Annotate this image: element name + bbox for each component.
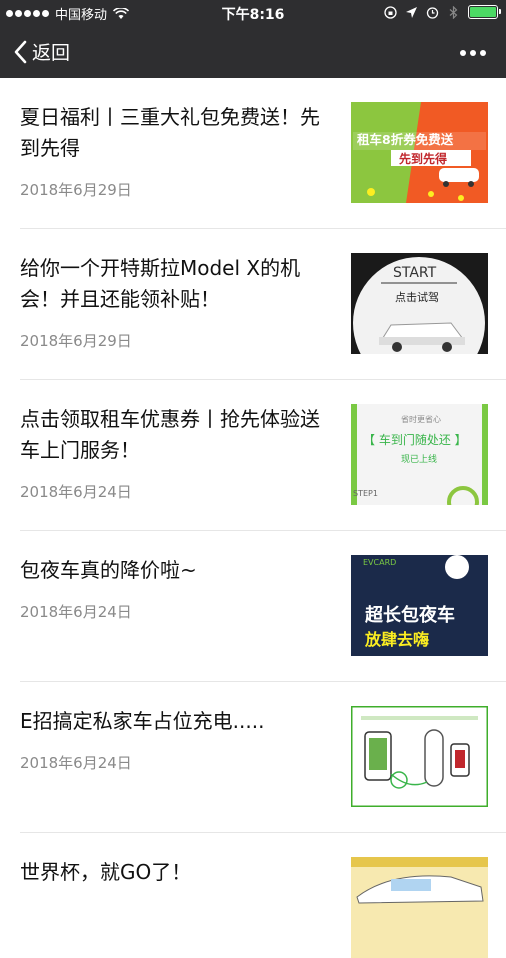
- article-item[interactable]: E招搞定私家车占位充电..... 2018年6月24日: [20, 682, 506, 833]
- thumb-text: 先到先得: [399, 151, 447, 166]
- bluetooth-icon: [449, 5, 458, 19]
- article-list: 夏日福利丨三重大礼包免费送！先到先得 2018年6月29日 租车8折券免费送 先…: [0, 78, 506, 958]
- chevron-left-icon: [14, 40, 27, 63]
- thumb-text: 超长包夜车: [365, 604, 455, 626]
- article-item[interactable]: 世界杯，就GO了！: [20, 833, 506, 958]
- thumb-text: STEP1: [353, 489, 378, 498]
- article-thumbnail: 租车8折券免费送 先到先得: [351, 102, 488, 203]
- location-icon: [406, 6, 417, 18]
- nav-bar: 返回: [0, 26, 506, 78]
- thumb-text: 【 车到门随处还 】: [363, 432, 467, 447]
- article-date: 2018年6月29日: [20, 181, 132, 199]
- article-thumbnail: EVCARD 超长包夜车 放肆去嗨: [351, 555, 488, 656]
- orientation-lock-icon: [384, 5, 397, 19]
- status-right: [384, 5, 501, 19]
- alarm-icon: [426, 6, 439, 19]
- thumb-text: 租车8折券免费送: [357, 132, 454, 147]
- article-thumbnail: [351, 857, 488, 958]
- thumb-text: EVCARD: [363, 558, 396, 567]
- battery-icon: [468, 5, 501, 19]
- article-title: 世界杯，就GO了！: [20, 860, 192, 884]
- article-title: 包夜车真的降价啦~: [20, 558, 197, 582]
- article-title: E招搞定私家车占位充电.....: [20, 709, 265, 733]
- thumb-text: 点击试驾: [395, 291, 439, 304]
- article-item[interactable]: 给你一个开特斯拉Model X的机会！并且还能领补贴！ 2018年6月29日 S…: [20, 229, 506, 380]
- article-thumbnail: 省时更省心 【 车到门随处还 】 现已上线 STEP1: [351, 404, 488, 505]
- status-bar: 中国移动 下午8:16: [0, 0, 506, 26]
- article-title: 给你一个开特斯拉Model X的机会！并且还能领补贴！: [20, 256, 301, 311]
- article-date: 2018年6月24日: [20, 483, 132, 501]
- more-button[interactable]: [460, 50, 486, 56]
- back-label: 返回: [32, 42, 71, 64]
- article-date: 2018年6月24日: [20, 603, 132, 621]
- thumb-text: 现已上线: [401, 453, 437, 465]
- article-date: 2018年6月24日: [20, 754, 132, 772]
- article-thumbnail: START 点击试驾: [351, 253, 488, 354]
- thumb-text: START: [393, 265, 437, 281]
- article-item[interactable]: 夏日福利丨三重大礼包免费送！先到先得 2018年6月29日 租车8折券免费送 先…: [20, 78, 506, 229]
- article-thumbnail: [351, 706, 488, 807]
- thumb-text: 放肆去嗨: [364, 630, 429, 649]
- article-title: 点击领取租车优惠券丨抢先体验送车上门服务！: [20, 407, 320, 462]
- back-button[interactable]: 返回: [14, 38, 70, 65]
- thumb-text: 省时更省心: [401, 414, 441, 424]
- article-title: 夏日福利丨三重大礼包免费送！先到先得: [20, 105, 320, 160]
- article-item[interactable]: 包夜车真的降价啦~ 2018年6月24日 EVCARD 超长包夜车 放肆去嗨: [20, 531, 506, 682]
- article-item[interactable]: 点击领取租车优惠券丨抢先体验送车上门服务！ 2018年6月24日 省时更省心 【…: [20, 380, 506, 531]
- article-date: 2018年6月29日: [20, 332, 132, 350]
